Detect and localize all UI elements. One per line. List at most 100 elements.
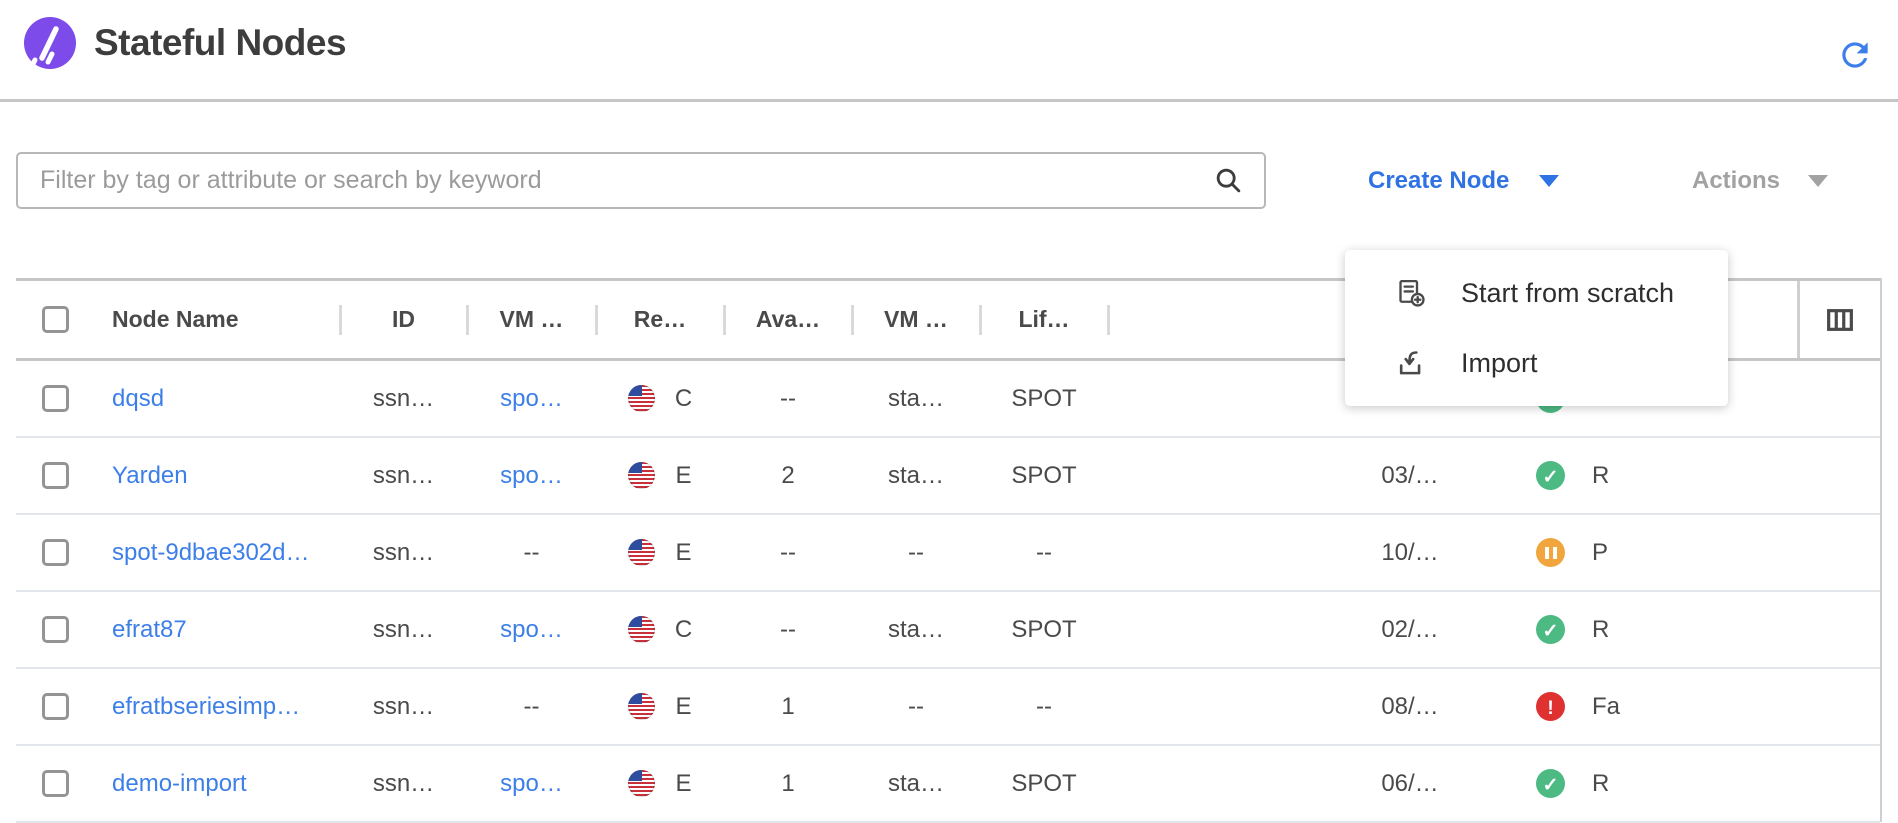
note-add-icon: [1395, 277, 1428, 310]
availability-cell: 1: [724, 669, 852, 744]
node-id-cell: ssn…: [340, 592, 467, 667]
menu-item-start-from-scratch[interactable]: Start from scratch: [1345, 258, 1728, 328]
create-node-menu: Start from scratch Import: [1345, 250, 1728, 406]
menu-item-label: Start from scratch: [1461, 278, 1674, 309]
status-label: R: [1592, 770, 1609, 798]
row-checkbox[interactable]: [42, 539, 69, 566]
top-bar: Stateful Nodes: [0, 0, 1898, 100]
availability-cell: --: [724, 515, 852, 590]
created-value: 08/…: [1381, 693, 1438, 721]
vm-size-link[interactable]: spo…: [500, 385, 563, 413]
vm-size-link: --: [524, 693, 540, 721]
status-icon: [1536, 461, 1565, 490]
node-name-link[interactable]: spot-9dbae302d…: [112, 539, 309, 567]
vm-size-cell: spo…: [467, 592, 596, 667]
vm-size-link[interactable]: spo…: [500, 616, 563, 644]
row-checkbox-cell: [16, 592, 95, 667]
col-header-vm-name[interactable]: VM …: [852, 281, 980, 358]
vm-size-cell: --: [467, 515, 596, 590]
node-name-link[interactable]: efratbseriesimp…: [112, 693, 300, 721]
vm-size-link: --: [524, 539, 540, 567]
status-icon: [1536, 538, 1565, 567]
vm-size-link[interactable]: spo…: [500, 462, 563, 490]
col-header-vm-size[interactable]: VM …: [467, 281, 596, 358]
region-label: C: [675, 385, 692, 413]
row-checkbox-cell: [16, 515, 95, 590]
node-id: ssn…: [373, 616, 434, 644]
filler-cell: [1108, 438, 1330, 513]
lifecycle-value: --: [1036, 539, 1052, 567]
node-id-cell: ssn…: [340, 669, 467, 744]
node-name-link[interactable]: efrat87: [112, 616, 187, 644]
status-icon: [1536, 692, 1565, 721]
menu-item-import[interactable]: Import: [1345, 328, 1728, 398]
actions-label: Actions: [1692, 167, 1780, 195]
status-icon: [1536, 615, 1565, 644]
node-id-cell: ssn…: [340, 361, 467, 436]
select-all-checkbox[interactable]: [42, 306, 69, 333]
row-checkbox[interactable]: [42, 693, 69, 720]
caret-down-icon: [1808, 175, 1828, 187]
vm-size-cell: spo…: [467, 361, 596, 436]
region-cell: C: [596, 592, 724, 667]
row-spacer-cell: [1797, 515, 1880, 590]
created-cell: 08/…: [1330, 669, 1490, 744]
availability-value: 1: [781, 770, 794, 798]
col-header-region[interactable]: Re…: [596, 281, 724, 358]
import-icon: [1395, 347, 1428, 380]
column-picker-button[interactable]: [1797, 281, 1880, 358]
vm-size-cell: --: [467, 669, 596, 744]
lifecycle-value: SPOT: [1011, 770, 1076, 798]
filler-cell: [1108, 746, 1330, 821]
col-header-hidden-created: [1108, 281, 1330, 358]
us-flag-icon: [628, 462, 655, 489]
create-node-button[interactable]: Create Node: [1368, 152, 1559, 209]
row-checkbox-cell: [16, 438, 95, 513]
row-spacer-cell: [1797, 669, 1880, 744]
row-checkbox[interactable]: [42, 770, 69, 797]
row-spacer-cell: [1797, 746, 1880, 821]
vm-name-value: sta…: [888, 616, 944, 644]
region-label: E: [675, 693, 691, 721]
col-header-id[interactable]: ID: [340, 281, 467, 358]
col-header-lifecycle[interactable]: Lif…: [980, 281, 1108, 358]
us-flag-icon: [628, 616, 655, 643]
node-name-cell: demo-import: [95, 746, 340, 821]
node-id-cell: ssn…: [340, 515, 467, 590]
actions-button[interactable]: Actions: [1692, 152, 1828, 209]
created-cell: 06/…: [1330, 746, 1490, 821]
node-name-cell: Yarden: [95, 438, 340, 513]
row-checkbox-cell: [16, 746, 95, 821]
row-checkbox-cell: [16, 361, 95, 436]
brand-logo-icon: [22, 16, 78, 72]
refresh-icon[interactable]: [1836, 36, 1874, 74]
us-flag-icon: [628, 385, 655, 412]
node-name-link[interactable]: dqsd: [112, 385, 164, 413]
availability-value: --: [780, 616, 796, 644]
created-cell: 03/…: [1330, 438, 1490, 513]
vm-name-cell: sta…: [852, 592, 980, 667]
col-header-availability[interactable]: Ava…: [724, 281, 852, 358]
node-name-cell: spot-9dbae302d…: [95, 515, 340, 590]
node-name-link[interactable]: demo-import: [112, 770, 247, 798]
filter-input[interactable]: [16, 152, 1266, 209]
region-cell: E: [596, 746, 724, 821]
row-checkbox-cell: [16, 669, 95, 744]
vm-name-cell: sta…: [852, 438, 980, 513]
status-cell: Fa: [1490, 669, 1797, 744]
search-icon[interactable]: [1213, 165, 1244, 196]
row-checkbox[interactable]: [42, 616, 69, 643]
lifecycle-cell: --: [980, 669, 1108, 744]
col-header-node-name[interactable]: Node Name: [95, 281, 340, 358]
row-checkbox[interactable]: [42, 385, 69, 412]
node-name-link[interactable]: Yarden: [112, 462, 188, 490]
region-cell: E: [596, 438, 724, 513]
row-spacer-cell: [1797, 592, 1880, 667]
vm-name-value: --: [908, 693, 924, 721]
status-label: R: [1592, 462, 1609, 490]
row-checkbox[interactable]: [42, 462, 69, 489]
availability-value: 1: [781, 693, 794, 721]
node-name-cell: dqsd: [95, 361, 340, 436]
vm-size-link[interactable]: spo…: [500, 770, 563, 798]
table-right-border: [1880, 278, 1882, 822]
